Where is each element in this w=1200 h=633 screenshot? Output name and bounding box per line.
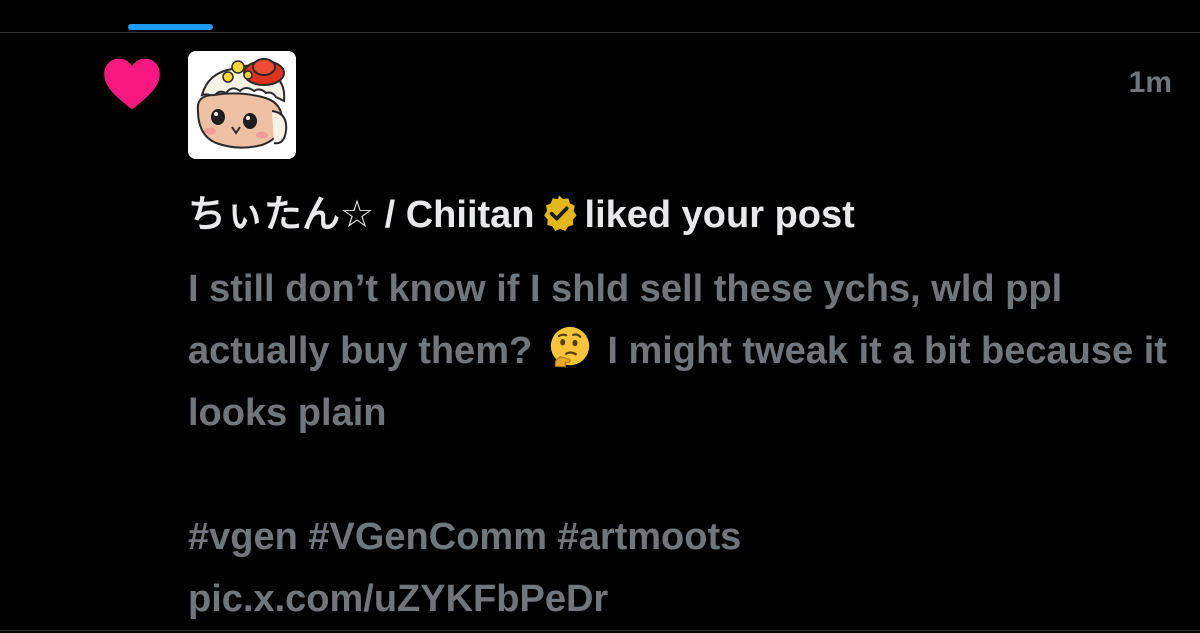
avatar[interactable]: [188, 51, 296, 159]
post-hashtags-and-link[interactable]: #vgen #VGenComm #artmoots pic.x.com/uZYK…: [188, 516, 752, 620]
chiitan-avatar-icon: [188, 51, 296, 159]
liker-name[interactable]: ちぃたん☆ / Chiitan: [188, 194, 535, 236]
top-tab-strip: [0, 0, 1200, 32]
verified-badge-icon: [543, 195, 577, 231]
thinking-face-emoji-icon: [550, 326, 589, 368]
bottom-divider: [0, 630, 1200, 631]
liked-post-text[interactable]: I still don’t know if I shld sell these …: [188, 258, 1168, 630]
action-text: liked your post: [584, 194, 855, 236]
heart-icon: [104, 58, 160, 110]
liker-line: ちぃたん☆ / Chiitan liked your post: [188, 192, 1168, 238]
timestamp[interactable]: 1m: [1129, 66, 1172, 100]
active-tab-indicator: [128, 24, 213, 30]
